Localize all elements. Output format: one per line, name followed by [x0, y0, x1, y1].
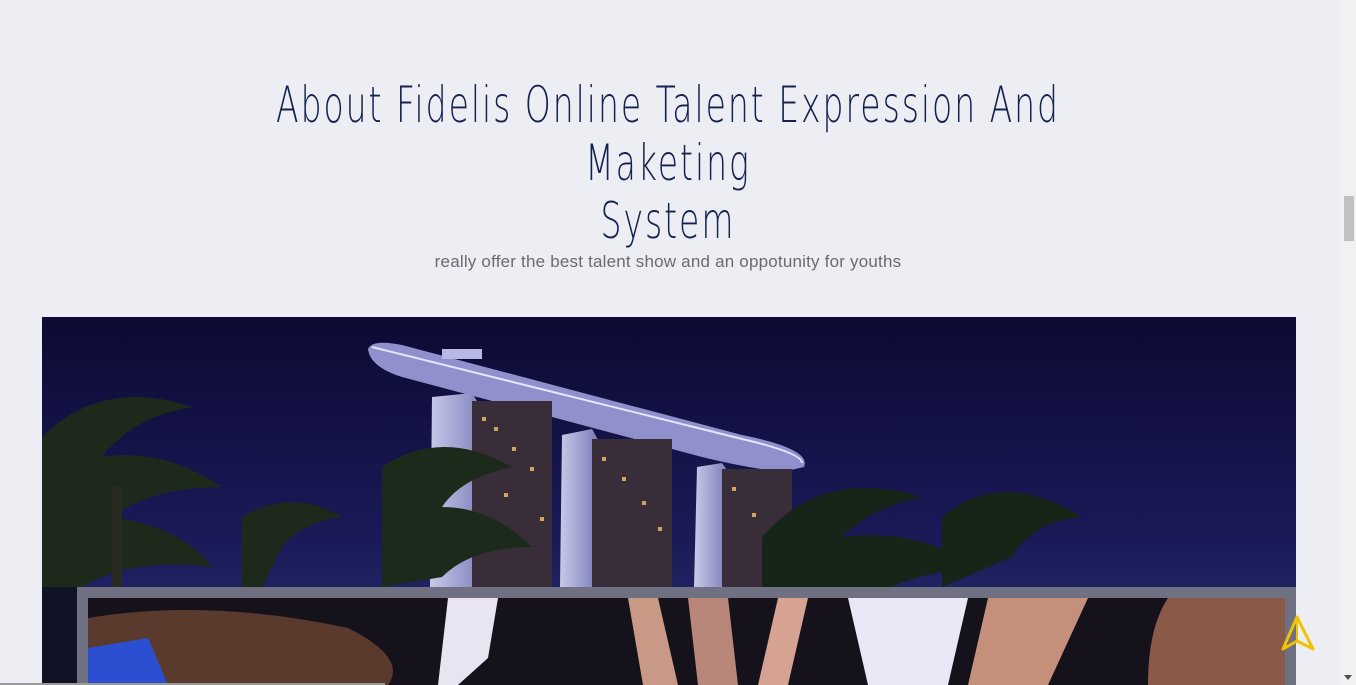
title-line-1: About Fidelis Online Talent Expression A…: [276, 76, 1060, 192]
group-hands-photo: [88, 598, 1285, 685]
title-line-2: System: [600, 192, 736, 250]
vertical-scrollbar[interactable]: [1341, 0, 1356, 685]
back-to-top-button[interactable]: [1278, 614, 1318, 654]
navigation-arrow-icon[interactable]: [1278, 614, 1318, 654]
scrollbar-thumb[interactable]: [1344, 196, 1354, 241]
page-title: About Fidelis Online Talent Expression A…: [227, 76, 1109, 250]
inset-photo: [88, 598, 1285, 685]
page-subtitle: really offer the best talent show and an…: [434, 252, 902, 271]
scroll-down-arrow-icon[interactable]: [1344, 675, 1352, 680]
page: About Fidelis Online Talent Expression A…: [0, 0, 1341, 685]
